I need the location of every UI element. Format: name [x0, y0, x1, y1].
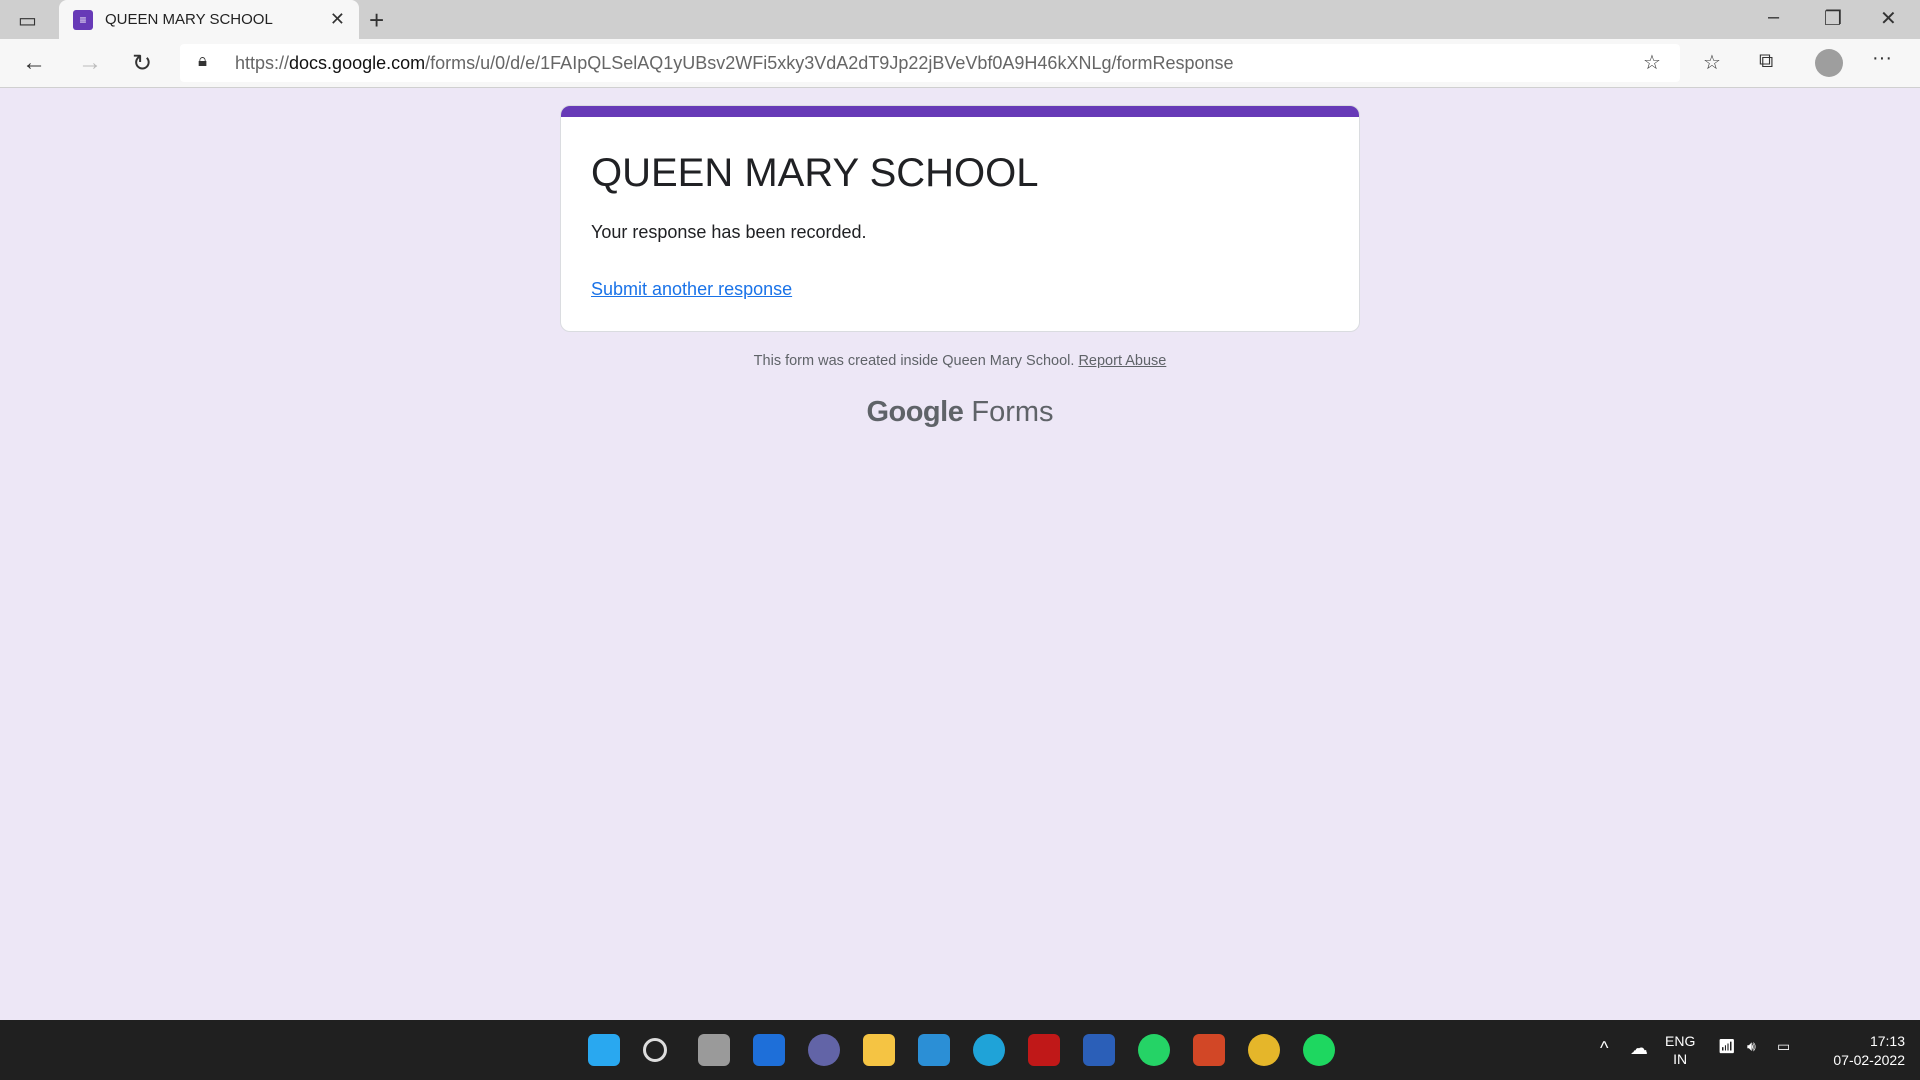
forward-icon[interactable]: → [78, 49, 102, 77]
mcafee-icon[interactable] [1028, 1034, 1060, 1066]
lang: ENG [1665, 1033, 1696, 1049]
submit-another-link[interactable]: Submit another response [591, 279, 792, 300]
forms-favicon-icon: ≡ [73, 9, 93, 30]
task-view-icon[interactable] [698, 1034, 730, 1066]
url-input[interactable]: 🔒︎ https://docs.google.com/forms/u/0/d/e… [180, 44, 1680, 82]
wifi-icon[interactable]: 📶︎ [1718, 1038, 1736, 1055]
new-tab-icon[interactable]: + [369, 5, 384, 36]
report-abuse-link[interactable]: Report Abuse [1078, 353, 1166, 369]
form-card: QUEEN MARY SCHOOL Your response has been… [560, 105, 1360, 332]
close-tab-icon[interactable]: ✕ [330, 9, 345, 30]
show-hidden-icons-icon[interactable]: ^ [1600, 1038, 1608, 1059]
get-help-icon[interactable] [918, 1034, 950, 1066]
profile-avatar[interactable] [1815, 49, 1843, 77]
confirmation-message: Your response has been recorded. [591, 222, 867, 242]
chrome-icon[interactable] [1248, 1034, 1280, 1066]
edge-icon[interactable] [973, 1034, 1005, 1066]
form-footer: This form was created inside Queen Mary … [0, 353, 1920, 369]
tab-title: QUEEN MARY SCHOOL [105, 11, 273, 28]
add-favorite-icon[interactable]: ☆ [1643, 50, 1661, 75]
google-forms-logo[interactable]: Google Forms [0, 396, 1920, 429]
favorites-icon[interactable]: ☆ [1703, 50, 1721, 75]
volume-icon[interactable]: 🔊︎ [1747, 1038, 1756, 1055]
tab-active[interactable]: ≡ QUEEN MARY SCHOOL ✕ [59, 0, 359, 39]
lock-icon[interactable]: 🔒︎ [198, 51, 207, 71]
word-icon[interactable] [1083, 1034, 1115, 1066]
start-icon[interactable] [588, 1034, 620, 1066]
back-icon[interactable]: ← [22, 49, 46, 77]
logo-forms: Forms [971, 396, 1054, 428]
widgets-icon[interactable] [753, 1034, 785, 1066]
time: 17:13 [1869, 1033, 1905, 1049]
url-domain: docs.google.com [289, 52, 426, 73]
spotify-icon[interactable] [1303, 1034, 1335, 1066]
restore-icon[interactable]: ❐ [1824, 6, 1842, 31]
more-icon[interactable]: ··· [1872, 47, 1892, 70]
form-title: QUEEN MARY SCHOOL [591, 151, 1039, 195]
url-path: /forms/u/0/d/e/1FAIpQLSelAQ1yUBsv2WFi5xk… [425, 52, 1234, 73]
date: 07-02-2022 [1833, 1052, 1905, 1068]
tab-actions-icon[interactable]: ▭ [18, 8, 37, 33]
url-prefix: https:// [235, 52, 290, 73]
address-bar-row: ← → ↻ 🔒︎ https://docs.google.com/forms/u… [0, 39, 1920, 88]
whatsapp-icon[interactable] [1138, 1034, 1170, 1066]
close-window-icon[interactable]: ✕ [1880, 6, 1897, 31]
logo-google: Google [866, 396, 964, 428]
minimize-icon[interactable]: – [1768, 6, 1779, 29]
collections-icon[interactable]: ⧉ [1759, 50, 1773, 73]
language-indicator[interactable]: ENG IN [1665, 1032, 1695, 1068]
refresh-icon[interactable]: ↻ [132, 49, 152, 78]
file-explorer-icon[interactable] [863, 1034, 895, 1066]
accent-bar [561, 106, 1359, 117]
teams-chat-icon[interactable] [808, 1034, 840, 1066]
footer-text: This form was created inside Queen Mary … [753, 353, 1075, 369]
clock[interactable]: 17:13 07-02-2022 [1815, 1032, 1905, 1070]
region: IN [1673, 1051, 1688, 1067]
onedrive-icon[interactable]: ☁ [1630, 1038, 1648, 1059]
powerpoint-icon[interactable] [1193, 1034, 1225, 1066]
tab-strip: ▭ ≡ QUEEN MARY SCHOOL ✕ + – ❐ ✕ [0, 0, 1920, 39]
taskbar: ^ ☁ ENG IN 📶︎ 🔊︎ ▭ 17:13 07-02-2022 [0, 1020, 1920, 1080]
battery-icon[interactable]: ▭ [1777, 1038, 1790, 1055]
search-icon[interactable] [643, 1038, 667, 1062]
